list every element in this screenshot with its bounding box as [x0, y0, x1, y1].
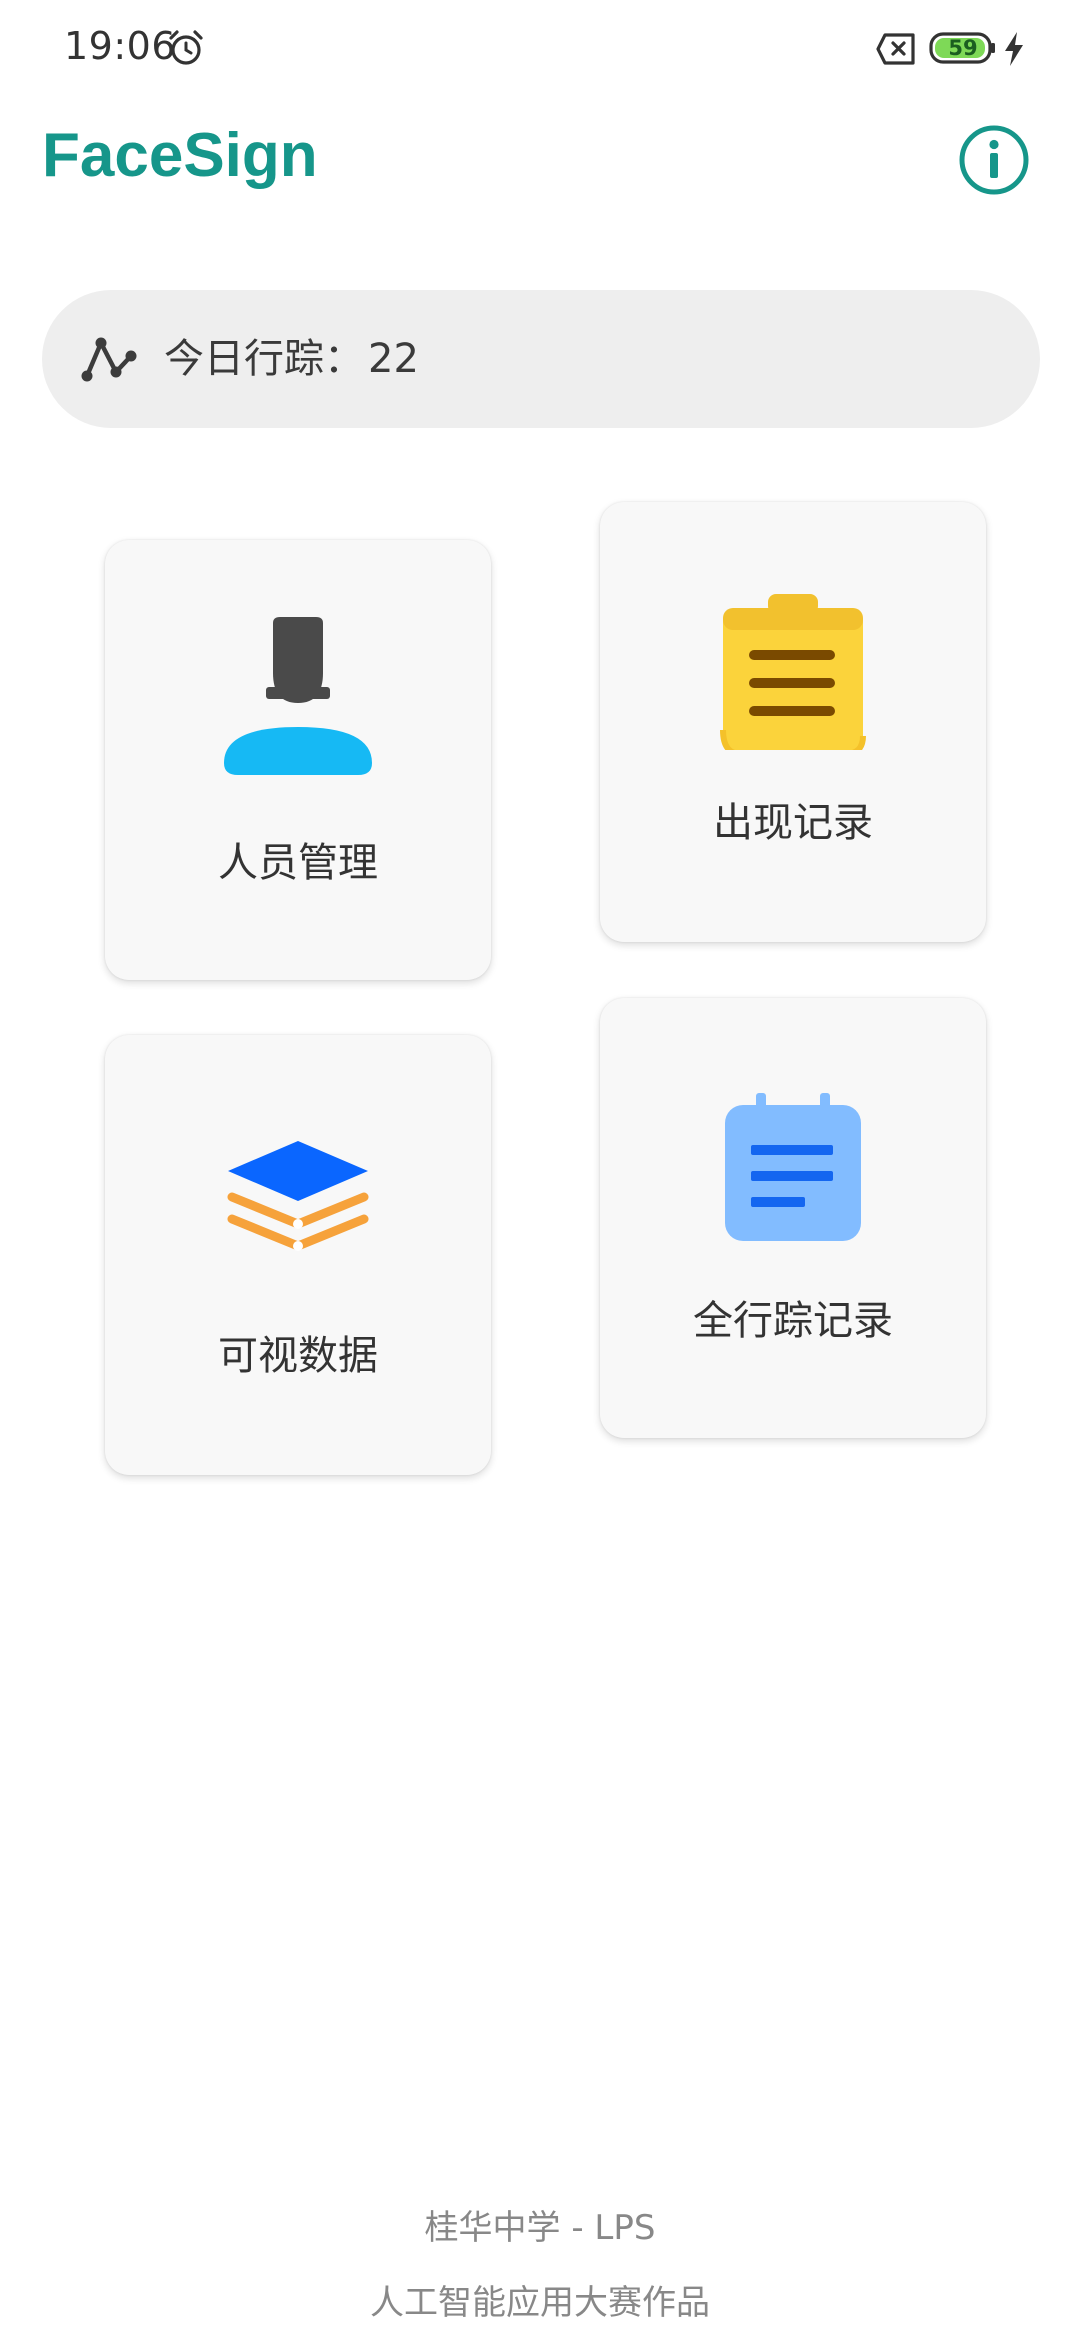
person-icon [224, 617, 372, 775]
battery-level: 59 [948, 36, 978, 60]
sim-no-signal-icon [876, 33, 915, 65]
notepad-icon [725, 1093, 861, 1241]
status-time: 19:06 [64, 24, 177, 68]
clipboard-icon [720, 594, 866, 750]
layers-icon [227, 1141, 369, 1251]
footer-school: 桂华中学 - LPS [424, 2208, 656, 2248]
card-label-personnel-management: 人员管理 [218, 840, 378, 886]
alarm-clock-icon [169, 30, 203, 65]
card-appearance-records[interactable]: 出现记录 [600, 502, 986, 942]
route-icon [81, 337, 137, 382]
today-trace-text: 今日行踪： 22 [164, 290, 419, 428]
card-visual-data[interactable]: 可视数据 [105, 1035, 491, 1475]
card-label-visual-data: 可视数据 [218, 1333, 378, 1379]
card-label-appearance-records: 出现记录 [713, 800, 873, 846]
charging-bolt-icon [1005, 32, 1023, 66]
card-personnel-management[interactable]: 人员管理 [105, 540, 491, 980]
info-icon[interactable] [958, 124, 1030, 196]
card-full-trace-records[interactable]: 全行踪记录 [600, 998, 986, 1438]
today-trace-summary: 今日行踪： 22 [42, 290, 1040, 428]
footer-competition: 人工智能应用大赛作品 [370, 2283, 710, 2323]
today-trace-count: 22 [368, 336, 419, 382]
status-bar: 19:06 59 [0, 0, 1080, 100]
card-label-full-trace-records: 全行踪记录 [693, 1298, 893, 1344]
app-title: FaceSign [42, 121, 318, 190]
today-trace-label: 今日行踪： [164, 336, 364, 382]
